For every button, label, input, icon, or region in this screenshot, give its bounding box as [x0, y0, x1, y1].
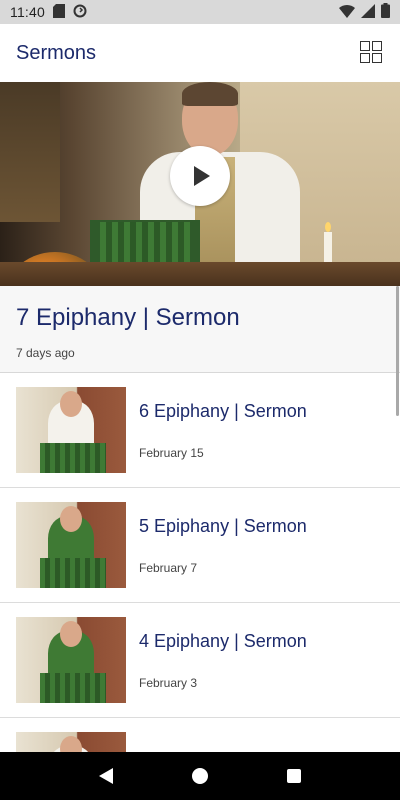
featured-sermon[interactable]: 7 Epiphany | Sermon 7 days ago	[0, 286, 400, 372]
page-title: Sermons	[16, 41, 97, 64]
recents-square-icon[interactable]	[286, 769, 301, 783]
grid-view-icon[interactable]	[360, 41, 384, 65]
battery-icon	[381, 3, 390, 21]
status-left: 11:40	[10, 3, 87, 21]
status-right	[339, 3, 390, 21]
list-item[interactable]: 5 Epiphany | Sermon February 7	[0, 488, 400, 603]
item-text: 5 Epiphany | Sermon February 7	[139, 516, 307, 575]
sermon-thumbnail	[16, 502, 126, 588]
home-circle-icon[interactable]	[191, 768, 208, 784]
wifi-icon	[339, 4, 355, 21]
list-item[interactable]: 4 Epiphany | Sermon February 3	[0, 603, 400, 718]
sermon-date: February 7	[139, 560, 198, 575]
sermon-thumbnail	[16, 617, 126, 703]
hero-hair	[182, 82, 238, 106]
sermon-thumbnail	[16, 387, 126, 473]
hero-flame	[325, 222, 331, 232]
hero-railing	[0, 262, 400, 286]
play-icon	[194, 166, 210, 186]
sermon-title: 4 Epiphany | Sermon	[139, 630, 307, 651]
sermon-date: February 15	[139, 445, 204, 460]
play-button[interactable]	[170, 146, 230, 206]
list-item[interactable]: 6 Epiphany | Sermon February 15	[0, 373, 400, 488]
featured-date: 7 days ago	[16, 346, 75, 360]
status-bar: 11:40	[0, 0, 400, 24]
app-bar: Sermons	[0, 24, 400, 82]
sermon-title: 6 Epiphany | Sermon	[139, 400, 307, 421]
item-text: 4 Epiphany | Sermon February 3	[139, 631, 307, 690]
sermon-list: 6 Epiphany | Sermon February 15 5 Epipha…	[0, 373, 400, 800]
system-nav-bar	[0, 752, 400, 800]
scrollbar[interactable]	[396, 286, 399, 416]
sd-card-icon	[53, 3, 65, 21]
featured-title: 7 Epiphany | Sermon	[16, 304, 240, 331]
back-triangle-icon[interactable]	[99, 768, 114, 784]
sermon-date: February 3	[139, 675, 198, 690]
item-text: 6 Epiphany | Sermon February 15	[139, 401, 307, 460]
featured-video[interactable]	[0, 82, 400, 286]
signal-icon	[361, 3, 375, 21]
hero-altar	[0, 82, 60, 222]
status-time: 11:40	[10, 4, 45, 20]
sermon-title: 5 Epiphany | Sermon	[139, 515, 307, 536]
sync-icon	[73, 4, 87, 21]
